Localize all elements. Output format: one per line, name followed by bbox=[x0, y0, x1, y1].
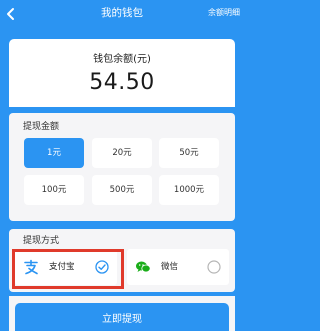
method-option-alipay[interactable]: 支付宝 bbox=[15, 249, 117, 285]
wechat-icon bbox=[136, 261, 151, 273]
withdraw-now-button[interactable]: 立即提现 bbox=[15, 303, 229, 331]
header: 我的钱包 余额明细 bbox=[0, 0, 244, 30]
alipay-icon bbox=[24, 259, 38, 275]
method-section-title: 提现方式 bbox=[23, 236, 60, 246]
method-option-wechat[interactable]: 微信 bbox=[127, 249, 229, 285]
radio-unchecked-icon[interactable] bbox=[207, 260, 221, 274]
check-circle-icon[interactable] bbox=[95, 260, 109, 274]
amount-option-20[interactable]: 20元 bbox=[92, 138, 152, 168]
wallet-page: 我的钱包 余额明细 钱包余额(元) 54.50 提现金额 1元 20元 50元 … bbox=[0, 0, 244, 331]
amount-option-500[interactable]: 500元 bbox=[92, 175, 152, 205]
withdraw-amount-section: 提现金额 1元 20元 50元 100元 500元 1000元 bbox=[9, 113, 235, 221]
amount-option-1[interactable]: 1元 bbox=[24, 138, 84, 168]
balance-label: 钱包余额(元) bbox=[93, 54, 151, 65]
balance-details-link[interactable]: 余额明细 bbox=[208, 7, 240, 19]
withdraw-method-section: 提现方式 支付宝 微信 bbox=[9, 229, 235, 292]
balance-card: 钱包余额(元) 54.50 bbox=[9, 39, 235, 107]
amount-option-1000[interactable]: 1000元 bbox=[159, 175, 219, 205]
balance-amount: 54.50 bbox=[89, 70, 155, 95]
amount-section-title: 提现金额 bbox=[23, 122, 60, 132]
amount-option-100[interactable]: 100元 bbox=[24, 175, 84, 205]
method-label-alipay: 支付宝 bbox=[49, 262, 75, 272]
method-label-wechat: 微信 bbox=[161, 262, 179, 272]
amount-option-50[interactable]: 50元 bbox=[159, 138, 219, 168]
